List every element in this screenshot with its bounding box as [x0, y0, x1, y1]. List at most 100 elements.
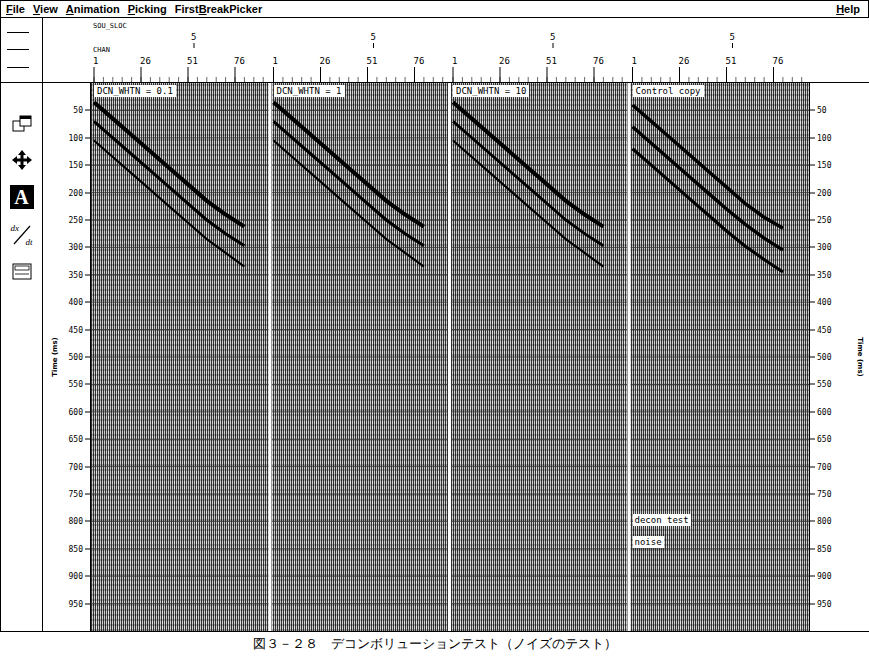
channel-tick: 51 [546, 56, 557, 82]
menu-bar: File View Animation Picking FirstBreakPicker… [0, 0, 869, 18]
panel-header: 51265176 [452, 32, 604, 82]
channel-tick: 76 [773, 56, 784, 82]
gather-panel [269, 83, 424, 631]
panel-gap [448, 83, 451, 631]
axis-tick: 700 [69, 462, 90, 471]
axis-tick: 100 [810, 133, 831, 142]
reflection-event [274, 121, 424, 245]
channel-tick: 76 [414, 56, 425, 82]
reflection-event [633, 149, 783, 272]
zoom-window-icon [11, 262, 33, 282]
zoom-tool[interactable] [10, 261, 34, 283]
channel-number: 1 [273, 56, 278, 66]
channel-number: 1 [93, 56, 98, 66]
channel-number: 51 [546, 56, 557, 66]
reflection-event [453, 102, 603, 226]
axis-tick: 300 [810, 243, 831, 252]
tick [141, 67, 142, 82]
channel-number: 51 [367, 56, 378, 66]
reflection-event [94, 102, 244, 226]
axis-tick: 500 [810, 353, 831, 362]
tick [188, 67, 189, 82]
axis-tick: 800 [69, 517, 90, 526]
source-location: 5 [730, 32, 735, 42]
source-location: 5 [550, 32, 555, 42]
note-group: decon testnoise [633, 514, 691, 548]
seismic-viewer-window: File View Animation Picking FirstBreakPicker… [0, 0, 869, 656]
axis-tick: 250 [69, 216, 90, 225]
tick [367, 67, 368, 82]
panel-header: 51265176 [632, 32, 784, 82]
toolbar-header [1, 18, 43, 82]
channel-number: 51 [726, 56, 737, 66]
main-row: AdxdtTime (ms)50100150200250300350400450… [0, 82, 869, 632]
axis-tick: 100 [69, 133, 90, 142]
derivative-tool[interactable]: dxdt [10, 223, 34, 247]
menu-item[interactable]: View [33, 3, 58, 15]
channel-number: 26 [140, 56, 151, 66]
channel-label: CHAN [93, 46, 110, 54]
seismic-plot[interactable]: DCN_WHTN = 0.1DCN_WHTN = 1DCN_WHTN = 10C… [91, 83, 809, 631]
channel-number: 26 [499, 56, 510, 66]
channel-tick: 1 [632, 56, 637, 82]
axis-tick: 550 [810, 380, 831, 389]
header-row: SOU_SLOCCHAN5126517651265176512651765126… [0, 18, 869, 82]
axis-title: Time (ms) [856, 337, 864, 377]
channel-tick: 26 [320, 56, 331, 82]
channel-number: 76 [234, 56, 245, 66]
reflection-event [453, 121, 603, 245]
menu-item[interactable]: File [6, 3, 25, 15]
axis-tick: 400 [810, 298, 831, 307]
axis-header [809, 18, 869, 82]
axis-tick: 50 [73, 106, 90, 115]
channel-tick: 76 [234, 56, 245, 82]
menu-item[interactable]: Animation [66, 3, 120, 15]
axis-tick: 650 [69, 435, 90, 444]
axis-tick: 650 [810, 435, 831, 444]
move-tool[interactable] [10, 149, 34, 171]
text-tool[interactable]: A [10, 185, 34, 209]
numerator: dx [11, 223, 20, 233]
tick [679, 67, 680, 82]
axis-header [43, 18, 91, 82]
channel-number: 26 [679, 56, 690, 66]
channel-tick: 26 [140, 56, 151, 82]
axis-tick: 600 [810, 407, 831, 416]
tick [773, 67, 774, 82]
axis-tick: 450 [69, 325, 90, 334]
channel-tick: 51 [726, 56, 737, 82]
gather-panel [94, 102, 244, 266]
tick [500, 67, 501, 82]
axis-tick: 600 [69, 407, 90, 416]
windows-icon [11, 114, 33, 134]
time-axis-right: 5010015020025030035040045050055060065070… [809, 83, 869, 631]
channel-tick: 1 [273, 56, 278, 82]
axis-title: Time (ms) [51, 337, 59, 377]
tick [726, 67, 727, 82]
tick [373, 43, 374, 48]
menu-item[interactable]: FirstBreakPicker [175, 3, 262, 15]
denominator: dt [25, 237, 32, 247]
trace-header: SOU_SLOCCHAN5126517651265176512651765126… [91, 18, 809, 82]
menu-item[interactable]: Picking [128, 3, 167, 15]
gather-panel [628, 83, 783, 631]
separator [7, 49, 29, 50]
panel-label: DCN_WHTN = 0.1 [94, 85, 176, 97]
source-label: SOU_SLOC [93, 22, 127, 30]
reflection-event [94, 141, 244, 267]
panel-label: Control copy [633, 85, 704, 97]
panel-label: DCN_WHTN = 10 [453, 85, 529, 97]
axis-tick: 800 [810, 517, 831, 526]
tick [594, 67, 595, 82]
tick [414, 67, 415, 82]
help-menu[interactable]: Help [836, 3, 860, 15]
source-location: 5 [191, 32, 196, 42]
channel-tick: 76 [593, 56, 604, 82]
tick [732, 43, 733, 48]
tick [273, 67, 274, 82]
windows-tool[interactable] [10, 113, 34, 135]
tick [547, 67, 548, 82]
channel-tick: 51 [187, 56, 198, 82]
axis-tick: 850 [810, 544, 831, 553]
axis-tick: 400 [69, 298, 90, 307]
